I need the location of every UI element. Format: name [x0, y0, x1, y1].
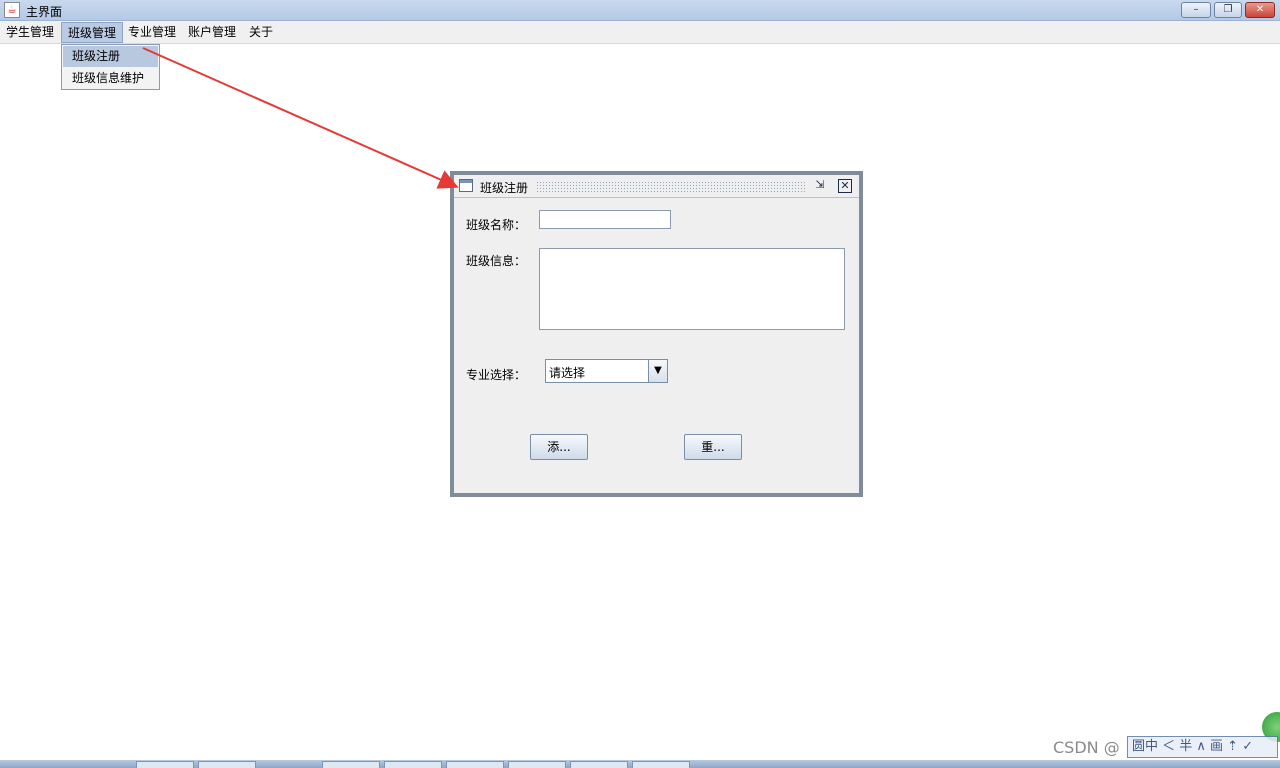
frame-icon — [459, 179, 473, 192]
class-register-dialog: 班级注册 ⇲ ✕ 班级名称： 班级信息： 专业选择： 请选择 ▼ 添... 重.… — [450, 171, 863, 497]
taskbar-button[interactable] — [632, 761, 690, 768]
minimize-button[interactable]: – — [1181, 2, 1211, 18]
dialog-title: 班级注册 — [480, 181, 529, 195]
iconify-icon[interactable]: ⇲ — [813, 179, 827, 193]
taskbar-button[interactable] — [570, 761, 628, 768]
maximize-button[interactable]: ❐ — [1214, 2, 1242, 18]
title-bar: ☕ 主界面 – ❐ ✕ — [0, 0, 1280, 21]
taskbar-button[interactable] — [446, 761, 504, 768]
add-button[interactable]: 添... — [530, 434, 588, 460]
major-select-label: 专业选择： — [466, 368, 527, 382]
taskbar-button[interactable] — [384, 761, 442, 768]
taskbar-button[interactable] — [136, 761, 194, 768]
window-title: 主界面 — [26, 5, 63, 19]
close-icon[interactable]: ✕ — [838, 179, 852, 193]
chevron-down-icon[interactable]: ▼ — [648, 360, 667, 382]
dialog-content: 班级注册 ⇲ ✕ 班级名称： 班级信息： 专业选择： 请选择 ▼ 添... 重.… — [454, 175, 859, 493]
menu-major-management[interactable]: 专业管理 — [122, 22, 182, 43]
menu-bar: 学生管理 班级管理 专业管理 账户管理 关于 — [0, 21, 1280, 44]
menu-about[interactable]: 关于 — [243, 22, 279, 43]
main-window: ☕ 主界面 – ❐ ✕ 学生管理 班级管理 专业管理 账户管理 关于 班级注册 … — [0, 0, 1280, 768]
menu-account-management[interactable]: 账户管理 — [182, 22, 242, 43]
taskbar — [0, 760, 1280, 768]
reset-button[interactable]: 重... — [684, 434, 742, 460]
major-select[interactable]: 请选择 ▼ — [545, 359, 668, 383]
taskbar-button[interactable] — [198, 761, 256, 768]
menu-student-management[interactable]: 学生管理 — [0, 22, 60, 43]
menu-item-class-info-maintain[interactable]: 班级信息维护 — [63, 68, 158, 89]
dialog-title-bar[interactable]: 班级注册 ⇲ ✕ — [454, 175, 859, 198]
csdn-watermark: CSDN @ — [1053, 738, 1120, 757]
class-name-input[interactable] — [539, 210, 671, 229]
taskbar-button[interactable] — [508, 761, 566, 768]
menu-item-class-register[interactable]: 班级注册 — [63, 46, 158, 67]
title-grip — [536, 181, 806, 193]
floating-toolbar[interactable]: 圆中 ＜ 半 ∧ 画 ⇡ ✓ — [1127, 736, 1278, 758]
java-app-icon: ☕ — [4, 2, 20, 18]
menu-class-management[interactable]: 班级管理 — [61, 22, 124, 43]
taskbar-button[interactable] — [322, 761, 380, 768]
close-button[interactable]: ✕ — [1245, 2, 1275, 18]
class-info-label: 班级信息： — [466, 254, 527, 268]
major-select-value: 请选择 — [549, 366, 586, 380]
class-info-textarea[interactable] — [539, 248, 845, 330]
class-name-label: 班级名称： — [466, 218, 527, 232]
class-menu-dropdown: 班级注册 班级信息维护 — [61, 44, 160, 90]
